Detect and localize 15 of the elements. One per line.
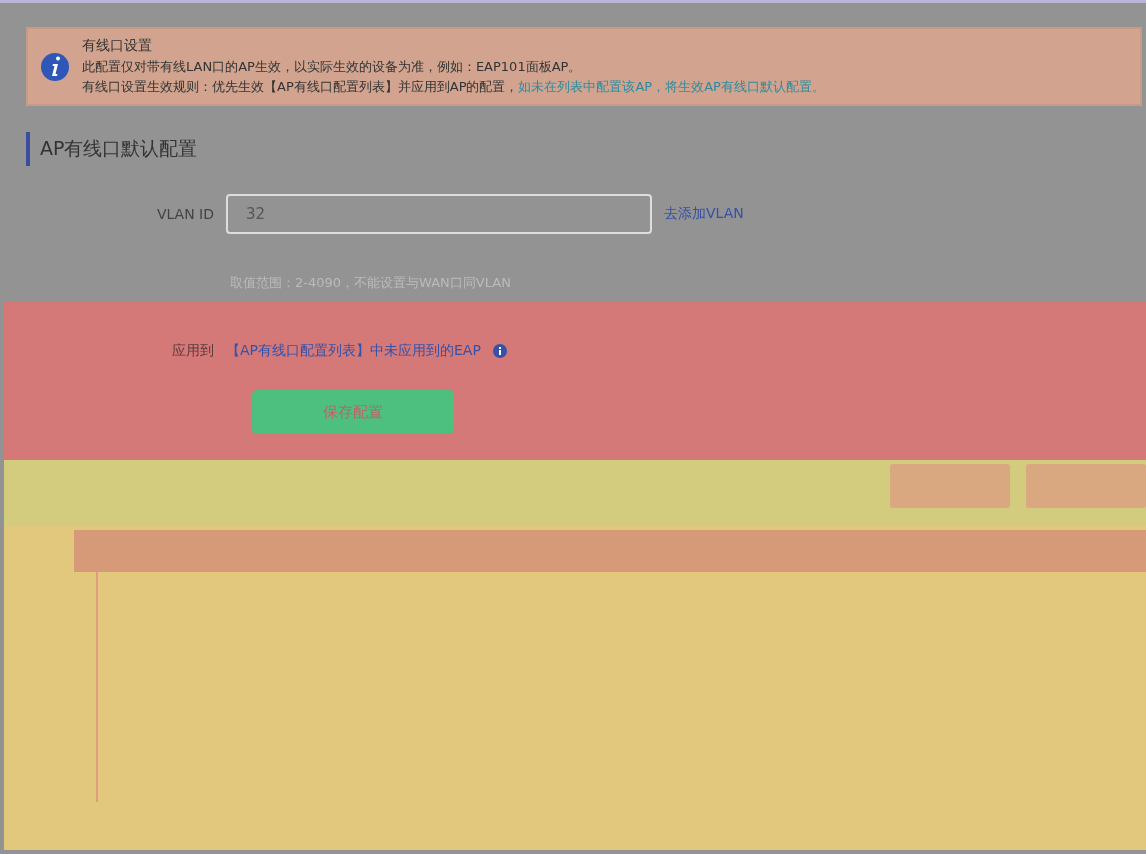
save-button[interactable]: 保存配置 (252, 390, 454, 434)
vlan-input[interactable]: 32 (226, 194, 652, 234)
apply-link[interactable]: 【AP有线口配置列表】中未应用到的EAP (226, 342, 481, 360)
field-label: 应用到 (171, 342, 214, 360)
add-vlan-link[interactable]: 去添加VLAN (664, 205, 744, 223)
notice-link[interactable]: 如未在列表中配置该AP，将生效AP有线口默认配置。 (518, 79, 825, 94)
info-icon (492, 344, 507, 358)
toolbar-button[interactable] (1026, 464, 1146, 508)
toolbar-button[interactable] (890, 464, 1010, 508)
notice-text: 有线口设置生效规则：优先生效【AP有线口配置列表】并应用到AP的配置， (82, 79, 519, 94)
field-label: VLAN ID (155, 206, 214, 222)
notice-title: 有线口设置 (82, 37, 153, 55)
info-icon (40, 51, 70, 82)
notice-text: 此配置仅对带有线LAN口的AP生效，以实际生效的设备为准，例如：EAP101面板AP。 (82, 58, 583, 76)
section-title: AP有线口默认配置 (26, 132, 208, 166)
